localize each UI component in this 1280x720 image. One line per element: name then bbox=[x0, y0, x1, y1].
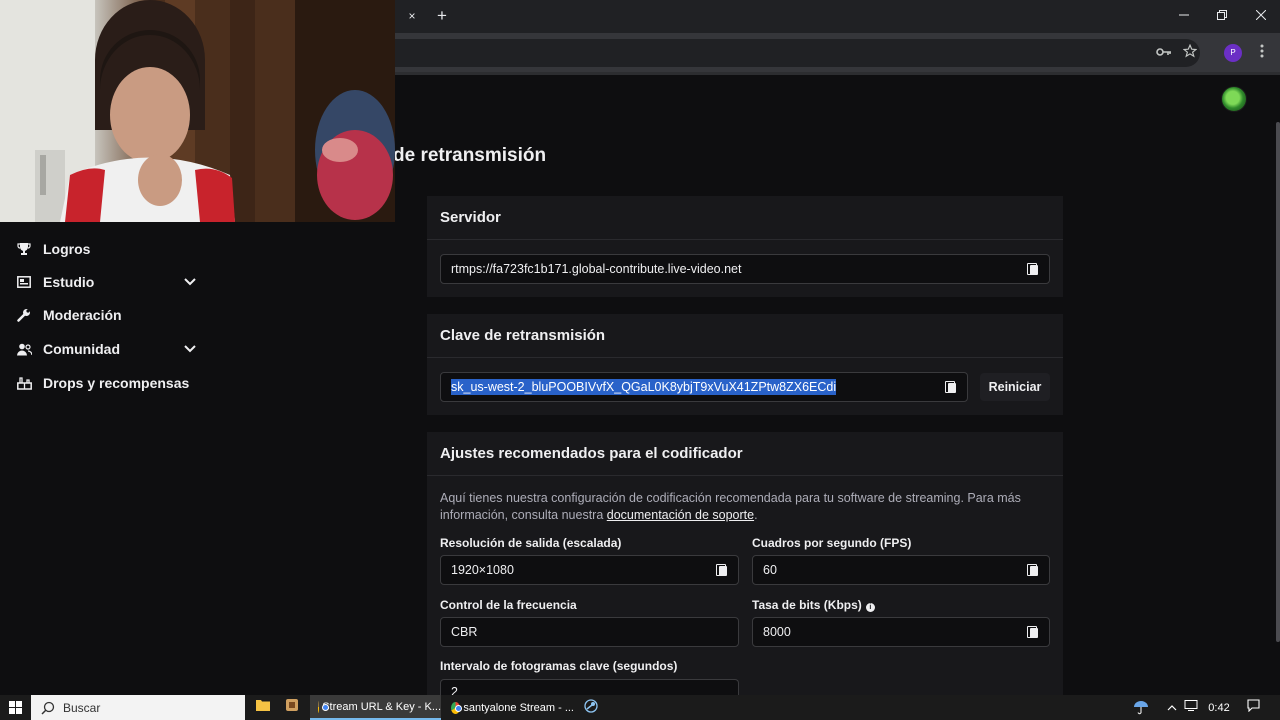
search-icon bbox=[41, 701, 55, 715]
support-docs-link[interactable]: documentación de soporte bbox=[607, 508, 754, 522]
bitrate-label: Tasa de bits (Kbps) bbox=[752, 598, 862, 612]
address-bar[interactable] bbox=[395, 39, 1200, 67]
resolution-value[interactable]: 1920×1080 bbox=[451, 563, 514, 577]
sidebar-item-label: Moderación bbox=[43, 307, 122, 323]
bitrate-value[interactable]: 8000 bbox=[763, 625, 791, 639]
community-icon bbox=[16, 341, 32, 357]
bookmark-star-icon[interactable] bbox=[1181, 43, 1199, 62]
new-tab-button[interactable]: + bbox=[434, 6, 450, 26]
keyframe-label: Intervalo de fotogramas clave (segundos) bbox=[440, 659, 678, 673]
sidebar-item-label: Logros bbox=[43, 241, 91, 257]
browser-menu-icon[interactable] bbox=[1253, 44, 1271, 62]
reset-key-button[interactable]: Reiniciar bbox=[980, 373, 1050, 401]
restore-icon bbox=[1217, 10, 1227, 20]
chevron-down-icon[interactable] bbox=[183, 275, 197, 289]
server-heading: Servidor bbox=[427, 196, 1063, 240]
rate-control-field[interactable]: CBR bbox=[440, 617, 739, 647]
windows-logo-icon bbox=[8, 701, 22, 714]
close-window-button[interactable] bbox=[1248, 6, 1274, 26]
file-explorer-icon[interactable] bbox=[255, 699, 271, 715]
tab-close-button[interactable]: × bbox=[404, 8, 420, 24]
sidebar-item-label: Drops y recompensas bbox=[43, 375, 190, 391]
rate-control-value[interactable]: CBR bbox=[451, 625, 477, 639]
server-url-value[interactable]: rtmps://fa723fc1b171.global-contribute.l… bbox=[451, 262, 741, 276]
info-icon[interactable]: i bbox=[865, 603, 875, 612]
fps-value[interactable]: 60 bbox=[763, 563, 777, 577]
password-key-icon[interactable] bbox=[1155, 44, 1173, 62]
resolution-label: Resolución de salida (escalada) bbox=[440, 536, 622, 550]
sidebar-item-label: Estudio bbox=[43, 274, 95, 290]
taskbar-app-stream[interactable]: santyalone Stream - ... bbox=[443, 695, 574, 720]
taskbar-app-label: Stream URL & Key - K... bbox=[322, 700, 441, 713]
sidebar-item-moderacion[interactable]: Moderación bbox=[0, 300, 215, 330]
copy-icon[interactable] bbox=[945, 381, 957, 393]
close-icon bbox=[1255, 9, 1267, 21]
network-icon[interactable] bbox=[1183, 699, 1199, 715]
minimize-button[interactable] bbox=[1171, 6, 1197, 26]
wrench-icon bbox=[16, 307, 32, 323]
stream-key-value[interactable]: sk_us-west-2_bluPOOBIVvfX_QGaL0K8ybjT9xV… bbox=[451, 379, 837, 395]
copy-icon[interactable] bbox=[1027, 626, 1039, 638]
stream-key-heading: Clave de retransmisión bbox=[427, 314, 1063, 358]
tab-strip bbox=[395, 0, 1280, 33]
minimize-icon bbox=[1179, 14, 1189, 16]
webcam-overlay bbox=[0, 0, 395, 222]
chevron-down-icon[interactable] bbox=[183, 342, 197, 356]
maximize-button[interactable] bbox=[1209, 6, 1235, 26]
sidebar-item-drops[interactable]: Drops y recompensas bbox=[0, 368, 215, 398]
sidebar-item-comunidad[interactable]: Comunidad bbox=[0, 334, 215, 364]
notifications-icon[interactable] bbox=[1245, 699, 1261, 715]
weather-icon[interactable] bbox=[1131, 699, 1151, 715]
copy-icon[interactable] bbox=[1027, 263, 1039, 275]
trophy-icon bbox=[16, 241, 32, 257]
copy-icon[interactable] bbox=[1027, 564, 1039, 576]
user-avatar[interactable] bbox=[1221, 86, 1247, 112]
scrollbar-thumb[interactable] bbox=[1276, 122, 1280, 642]
app-icon[interactable] bbox=[284, 699, 300, 715]
taskbar-app-stream-key[interactable]: Stream URL & Key - K... bbox=[310, 695, 441, 720]
fps-field[interactable]: 60 bbox=[752, 555, 1050, 585]
encoder-description: Aquí tienes nuestra configuración de cod… bbox=[440, 490, 1040, 524]
stream-key-field[interactable]: sk_us-west-2_bluPOOBIVvfX_QGaL0K8ybjT9xV… bbox=[440, 372, 968, 402]
chrome-icon bbox=[318, 700, 331, 713]
bitrate-label-row: Tasa de bits (Kbps) i bbox=[752, 598, 875, 612]
search-placeholder: Buscar bbox=[63, 700, 101, 715]
sidebar-item-label: Comunidad bbox=[43, 341, 120, 357]
drops-icon bbox=[16, 375, 32, 391]
fps-label: Cuadros por segundo (FPS) bbox=[752, 536, 912, 550]
resolution-field[interactable]: 1920×1080 bbox=[440, 555, 739, 585]
start-button[interactable] bbox=[0, 695, 30, 720]
sidebar-item-estudio[interactable]: Estudio bbox=[0, 267, 215, 297]
steam-icon[interactable] bbox=[583, 699, 599, 715]
bitrate-field[interactable]: 8000 bbox=[752, 617, 1050, 647]
taskbar-search[interactable]: Buscar bbox=[31, 695, 245, 720]
page-title: de retransmisión bbox=[393, 145, 547, 166]
encoder-description-end: . bbox=[754, 508, 758, 522]
taskbar-clock[interactable]: 0:42 bbox=[1204, 695, 1234, 720]
rate-control-label: Control de la frecuencia bbox=[440, 598, 577, 612]
profile-avatar[interactable]: P bbox=[1224, 44, 1242, 62]
chrome-icon bbox=[451, 701, 462, 714]
encoder-heading: Ajustes recomendados para el codificador bbox=[427, 432, 1063, 476]
sidebar-item-logros[interactable]: Logros bbox=[0, 234, 215, 264]
studio-icon bbox=[16, 274, 32, 290]
keyframe-value[interactable]: 2 bbox=[451, 686, 458, 695]
server-url-field[interactable]: rtmps://fa723fc1b171.global-contribute.l… bbox=[440, 254, 1050, 284]
copy-icon[interactable] bbox=[716, 564, 728, 576]
webcam-feed-image bbox=[0, 0, 395, 222]
taskbar-app-label: santyalone Stream - ... bbox=[463, 701, 574, 714]
keyframe-field[interactable]: 2 bbox=[440, 679, 739, 695]
chevron-up-icon[interactable] bbox=[1164, 699, 1180, 715]
